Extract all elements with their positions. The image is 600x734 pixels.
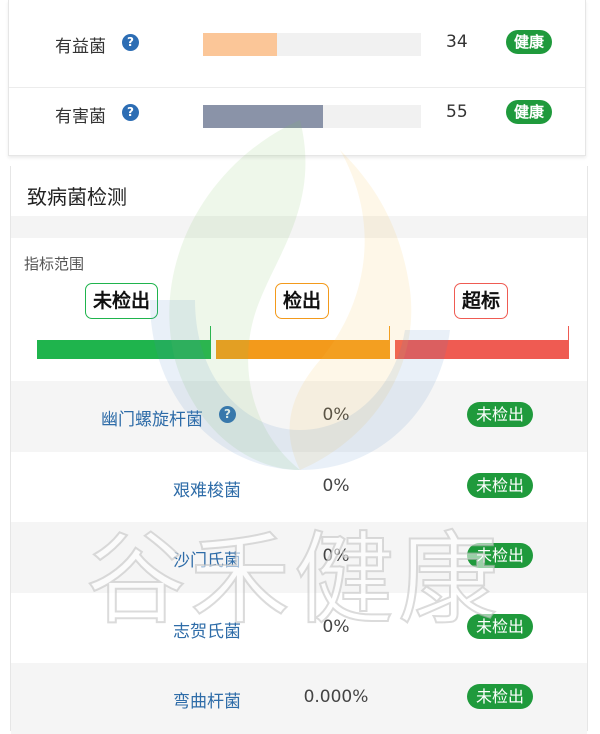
section-divider bbox=[11, 216, 587, 238]
help-icon[interactable]: ? bbox=[122, 104, 139, 121]
status-badge: 未检出 bbox=[467, 613, 534, 639]
metric-row-harmful: 有害菌 ? 55 健康 bbox=[9, 88, 585, 158]
flora-metrics-card: 有益菌 ? 34 健康 有害菌 ? 55 健康 bbox=[8, 0, 586, 156]
pathogen-row: 志贺氏菌 0% 未检出 bbox=[11, 593, 587, 664]
range-bar-not-detected bbox=[37, 340, 211, 359]
pathogen-section: 致病菌检测 指标范围 未检出 检出 超标 幽门螺旋杆菌 ? 0% 未检出 艰难梭… bbox=[10, 166, 588, 734]
pathogen-row: 幽门螺旋杆菌 ? 0% 未检出 bbox=[11, 381, 587, 452]
status-badge: 未检出 bbox=[467, 472, 534, 498]
range-bar-detected bbox=[216, 340, 390, 359]
status-badge: 未检出 bbox=[467, 402, 534, 427]
section-title: 致病菌检测 bbox=[27, 185, 127, 209]
pathogen-name[interactable]: 志贺氏菌 bbox=[173, 617, 241, 642]
legend-tag-detected: 检出 bbox=[275, 283, 330, 319]
range-tick bbox=[568, 326, 569, 359]
legend-tag-exceeded: 超标 bbox=[454, 283, 509, 319]
status-badge: 未检出 bbox=[467, 684, 534, 709]
pathogen-value: 0.000% bbox=[303, 687, 369, 707]
metric-bar-fill bbox=[203, 105, 323, 128]
metric-label: 有益菌 bbox=[55, 37, 106, 57]
pathogen-row: 弯曲杆菌 0.000% 未检出 bbox=[11, 663, 587, 734]
range-tick bbox=[389, 326, 390, 359]
range-title: 指标范围 bbox=[24, 255, 85, 273]
pathogen-value: 0% bbox=[322, 405, 350, 425]
help-icon[interactable]: ? bbox=[219, 406, 236, 423]
range-bar-exceeded bbox=[395, 340, 569, 359]
pathogen-row: 艰难梭菌 0% 未检出 bbox=[11, 452, 587, 523]
metric-row-beneficial: 有益菌 ? 34 健康 bbox=[9, 8, 585, 88]
metric-bar-track bbox=[203, 105, 421, 128]
metric-label: 有害菌 bbox=[55, 107, 106, 127]
pathogen-list: 幽门螺旋杆菌 ? 0% 未检出 艰难梭菌 0% 未检出 沙门氏菌 0% 未检出 … bbox=[11, 381, 587, 734]
pathogen-value: 0% bbox=[322, 616, 350, 637]
pathogen-value: 0% bbox=[322, 546, 350, 566]
metric-value: 34 bbox=[446, 32, 468, 52]
pathogen-name[interactable]: 艰难梭菌 bbox=[173, 476, 241, 501]
help-icon[interactable]: ? bbox=[122, 34, 139, 51]
status-badge: 健康 bbox=[506, 100, 553, 124]
metric-value: 55 bbox=[446, 102, 468, 122]
range-tick bbox=[210, 326, 211, 359]
pathogen-value: 0% bbox=[322, 475, 350, 496]
metric-bar-fill bbox=[203, 33, 278, 56]
status-badge: 未检出 bbox=[467, 543, 534, 568]
pathogen-name[interactable]: 弯曲杆菌 bbox=[173, 687, 241, 712]
status-badge: 健康 bbox=[506, 30, 553, 54]
legend-tag-not-detected: 未检出 bbox=[85, 283, 159, 319]
pathogen-name[interactable]: 幽门螺旋杆菌 bbox=[101, 405, 203, 430]
pathogen-name[interactable]: 沙门氏菌 bbox=[173, 546, 241, 571]
metric-bar-track bbox=[203, 33, 421, 56]
pathogen-row: 沙门氏菌 0% 未检出 bbox=[11, 522, 587, 593]
